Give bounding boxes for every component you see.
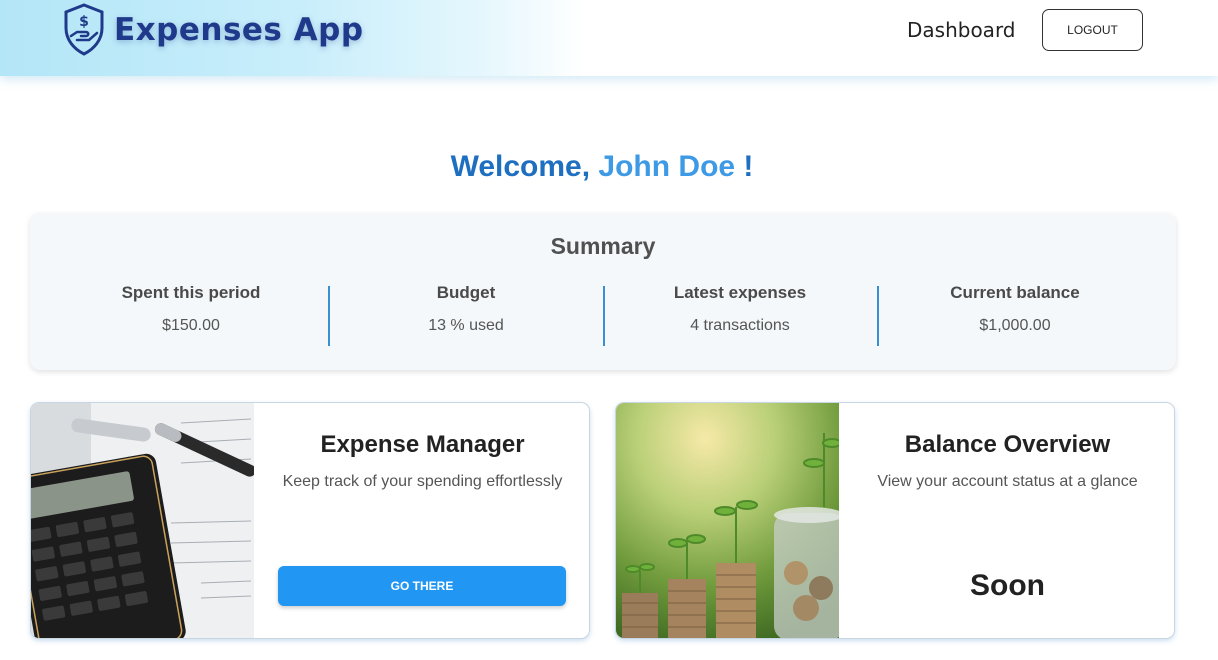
stat-value: 4 transactions <box>690 317 790 334</box>
stat-latest-expenses: Latest expenses 4 transactions <box>603 283 877 335</box>
stat-value: $1,000.00 <box>979 317 1051 334</box>
stat-spent: Spent this period $150.00 <box>54 283 328 335</box>
stat-value: $150.00 <box>162 317 220 334</box>
card-body: Balance Overview View your account statu… <box>839 403 1174 638</box>
nav-dashboard-link[interactable]: Dashboard <box>907 18 1016 42</box>
shield-hand-dollar-icon: $ <box>64 3 104 56</box>
stat-value: 13 % used <box>428 317 504 334</box>
summary-title: Summary <box>550 233 656 259</box>
logout-button[interactable]: LOGOUT <box>1042 9 1143 51</box>
stat-label: Budget <box>436 283 496 302</box>
top-navbar: $ Expenses App Dashboard LOGOUT <box>0 0 1218 76</box>
coins-plants-image <box>616 403 839 638</box>
calculator-image <box>31 403 254 638</box>
app-logo[interactable]: $ Expenses App <box>62 2 364 58</box>
stat-budget: Budget 13 % used <box>329 283 603 335</box>
svg-text:$: $ <box>79 14 89 30</box>
coming-soon-label: Soon <box>970 569 1045 602</box>
card-body: Expense Manager Keep track of your spend… <box>254 403 589 638</box>
go-there-button[interactable]: GO THERE <box>278 566 566 606</box>
card-title: Balance Overview <box>904 431 1111 458</box>
stat-current-balance: Current balance $1,000.00 <box>878 283 1152 335</box>
summary-panel: Summary Spent this period $150.00 Budget… <box>30 213 1176 370</box>
card-description: Keep track of your spending effortlessly <box>282 473 563 490</box>
user-name: John Doe <box>598 150 736 183</box>
welcome-prefix: Welcome, <box>450 150 599 183</box>
balance-overview-card: Balance Overview View your account statu… <box>615 402 1175 639</box>
stat-label: Current balance <box>950 283 1080 302</box>
welcome-suffix: ! <box>735 150 754 183</box>
stat-label: Spent this period <box>121 283 261 302</box>
stat-label: Latest expenses <box>673 283 807 302</box>
expense-manager-card: Expense Manager Keep track of your spend… <box>30 402 590 639</box>
card-title: Expense Manager <box>320 431 525 458</box>
welcome-heading: Welcome, John Doe ! <box>0 150 1204 184</box>
card-description: View your account status at a glance <box>877 473 1138 490</box>
app-title: Expenses App <box>114 12 364 48</box>
